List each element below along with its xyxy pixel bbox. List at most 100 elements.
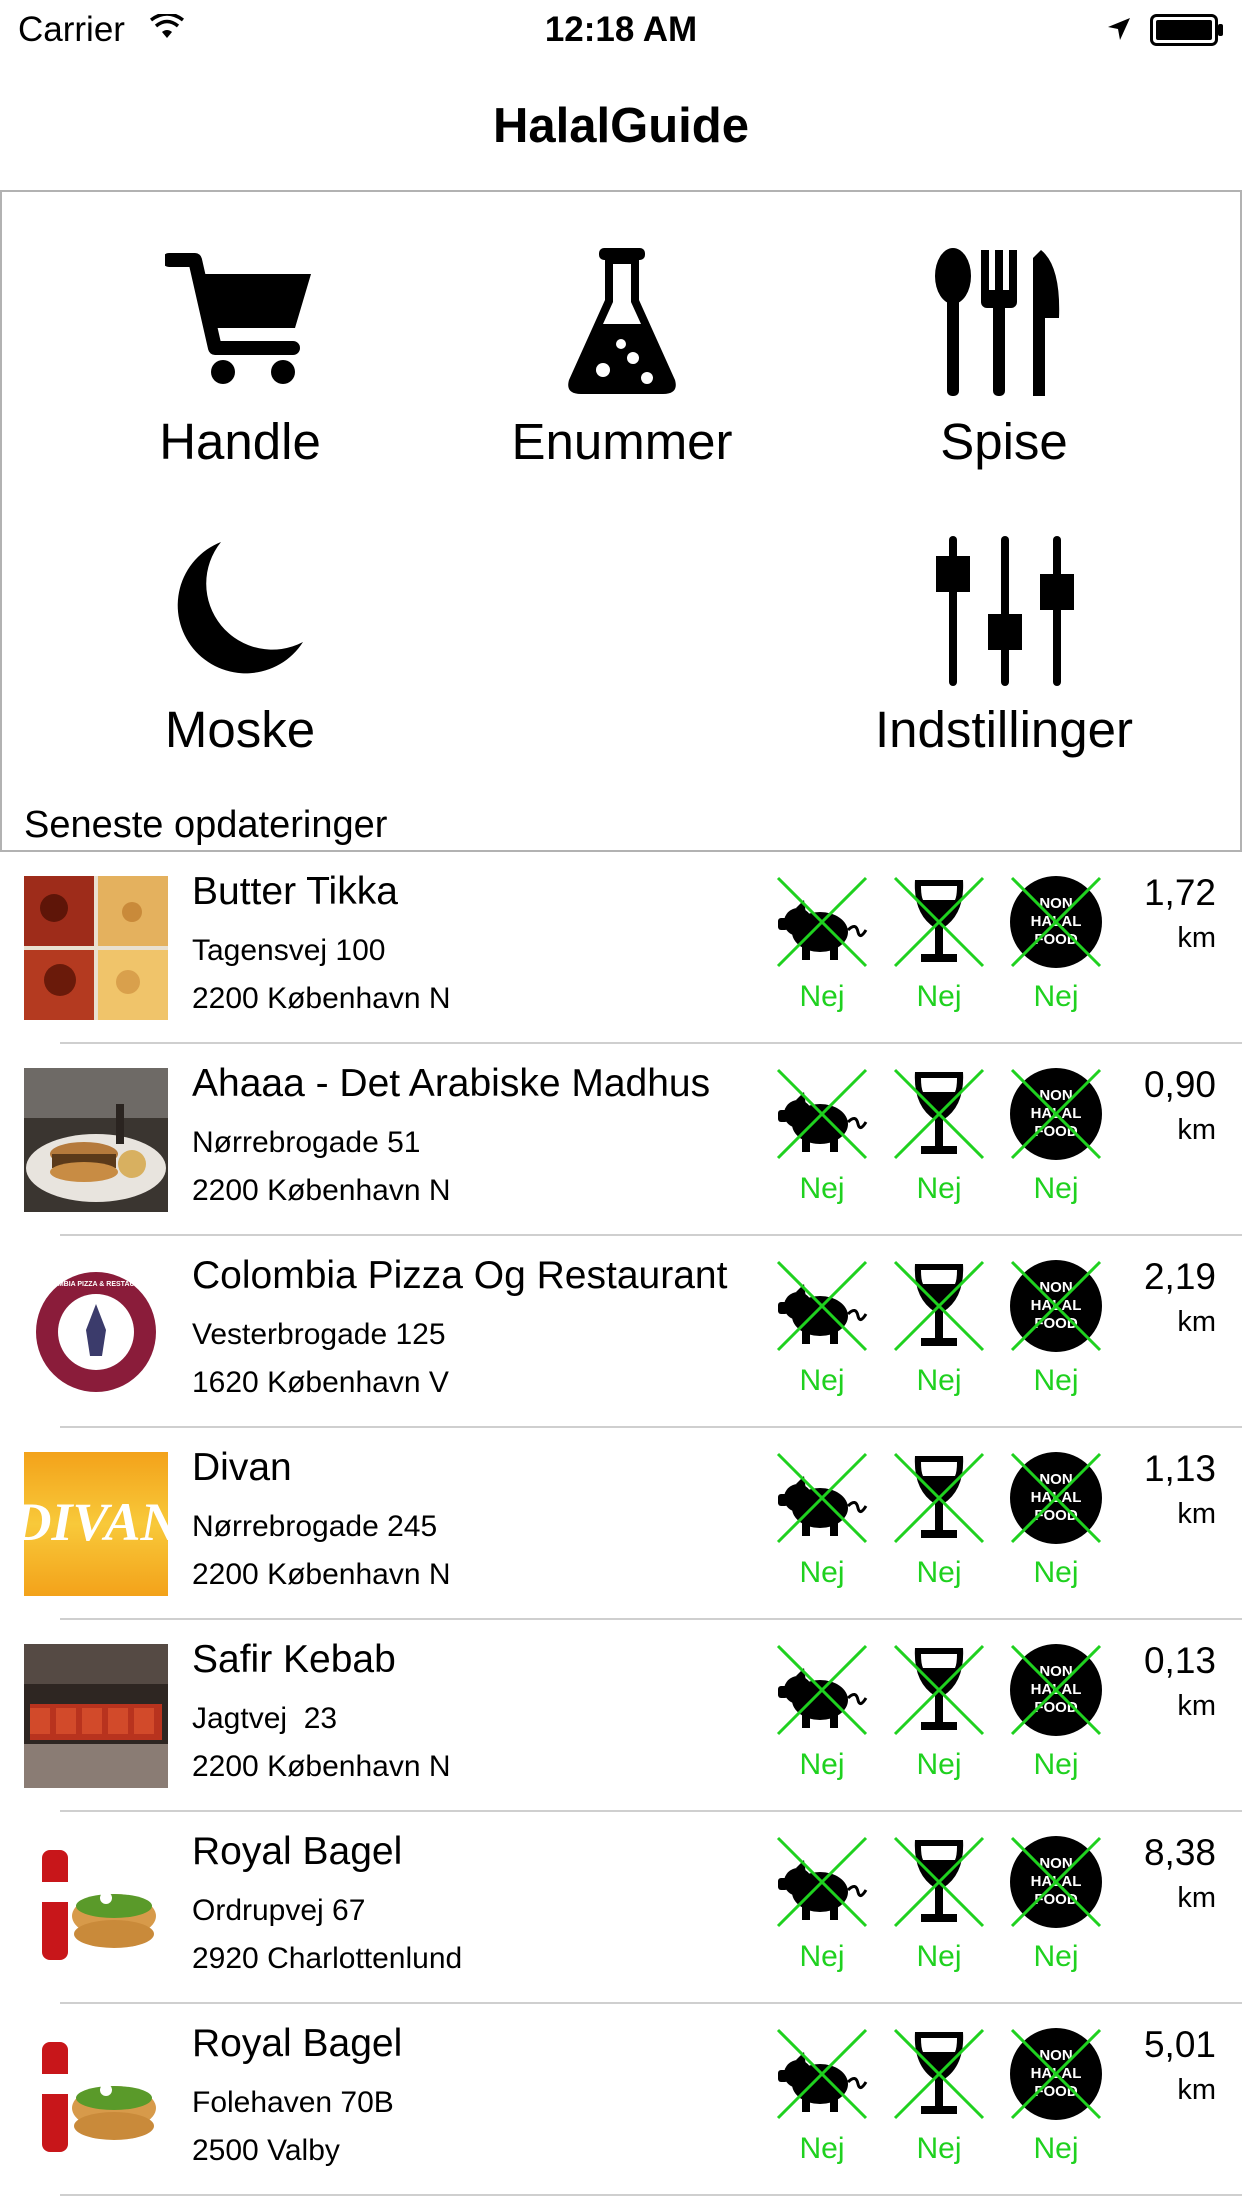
menu-label-moske: Moske	[164, 701, 316, 758]
no-alcohol-icon	[893, 1452, 985, 1544]
no-pork-icon	[776, 1452, 868, 1544]
no-pork-icon	[776, 1644, 868, 1736]
distance-value: 8,38	[1143, 1832, 1216, 1873]
place-city: 2920 Charlottenlund	[192, 1942, 463, 1975]
place-address: Folehaven 70B	[192, 2086, 394, 2119]
list-item[interactable]: DIVAN Divan Nørrebrogade 245 2200 Københ…	[0, 1428, 1242, 1620]
menu-item-enummer[interactable]: Enummer	[432, 248, 812, 471]
place-name: Safir Kebab	[192, 1638, 396, 1681]
menu-label-indstillinger: Indstillinger	[875, 701, 1133, 758]
list-item[interactable]: Royal Bagel Ordrupvej 67 2920 Charlotten…	[0, 1812, 1242, 2004]
no-alcohol-icon	[893, 1836, 985, 1928]
no-alcohol-label: Nej	[916, 2132, 962, 2165]
distance-value: 1,13	[1143, 1448, 1216, 1489]
distance-unit: km	[1177, 1306, 1216, 1338]
page-title: HalalGuide	[493, 99, 749, 153]
no-alcohol-icon	[893, 1260, 985, 1352]
no-alcohol-label: Nej	[916, 1556, 962, 1589]
list-item[interactable]: Royal Bagel Folehaven 70B 2500 Valby Nej…	[0, 2004, 1242, 2196]
halal-label: Nej	[1033, 1556, 1079, 1589]
menu-item-spise[interactable]: Spise	[814, 248, 1194, 471]
menu-item-moske[interactable]: Moske	[50, 536, 430, 759]
menu-item-indstillinger[interactable]: Indstillinger	[814, 536, 1194, 759]
menu-item-handle[interactable]: Handle	[50, 248, 430, 471]
place-city: 2500 Valby	[192, 2134, 340, 2167]
halal-label: Nej	[1033, 1172, 1079, 1205]
svg-text:FOOD: FOOD	[1034, 1507, 1077, 1524]
place-city: 2200 København N	[192, 1174, 451, 1207]
distance-value: 2,19	[1143, 1256, 1216, 1297]
place-name: Royal Bagel	[192, 2022, 403, 2065]
place-city: 2200 København N	[192, 1750, 451, 1783]
distance-value: 5,01	[1143, 2024, 1216, 2065]
shopping-cart-icon	[165, 253, 311, 384]
thumbnail-image: DIVAN	[24, 1452, 168, 1596]
distance-unit: km	[1177, 1498, 1216, 1530]
svg-text:FOOD: FOOD	[1034, 1891, 1077, 1908]
no-pork-label: Nej	[799, 1556, 845, 1589]
place-address: Ordrupvej 67	[192, 1894, 366, 1927]
non-halal-food-icon: NON HALAL FOOD	[1010, 2028, 1102, 2120]
non-halal-food-icon: NON HALAL FOOD	[1010, 1836, 1102, 1928]
no-alcohol-icon	[893, 1068, 985, 1160]
no-alcohol-icon	[893, 876, 985, 968]
svg-text:FOOD: FOOD	[1034, 931, 1077, 948]
menu-label-enummer: Enummer	[511, 413, 733, 470]
place-city: 2200 København N	[192, 1558, 451, 1591]
place-address: Jagtvej 23	[192, 1702, 338, 1735]
halal-label: Nej	[1033, 980, 1079, 1013]
place-name: Colombia Pizza Og Restaurant	[192, 1254, 728, 1297]
halal-label: Nej	[1033, 1364, 1079, 1397]
thumbnail-image	[24, 876, 168, 1020]
thumbnail-image	[24, 2028, 168, 2172]
place-name: Divan	[192, 1446, 292, 1489]
place-name: Butter Tikka	[192, 870, 398, 913]
distance-value: 0,13	[1143, 1640, 1216, 1681]
no-alcohol-label: Nej	[916, 980, 962, 1013]
no-alcohol-label: Nej	[916, 1172, 962, 1205]
no-pork-label: Nej	[799, 1748, 845, 1781]
distance-unit: km	[1177, 1690, 1216, 1722]
flask-icon	[568, 248, 676, 394]
place-city: 2200 København N	[192, 982, 451, 1015]
svg-text:FOOD: FOOD	[1034, 1699, 1077, 1716]
no-pork-label: Nej	[799, 980, 845, 1013]
place-city: 1620 København V	[192, 1366, 449, 1399]
menu-label-spise: Spise	[940, 413, 1068, 470]
no-pork-label: Nej	[799, 1364, 845, 1397]
location-arrow-icon	[1108, 18, 1130, 40]
no-alcohol-icon	[893, 2028, 985, 2120]
no-pork-icon	[776, 1260, 868, 1352]
place-name: Royal Bagel	[192, 1830, 403, 1873]
no-alcohol-icon	[893, 1644, 985, 1736]
distance-value: 0,90	[1143, 1064, 1216, 1105]
non-halal-food-icon: NON HALAL FOOD	[1010, 1260, 1102, 1352]
row-divider	[60, 2194, 1242, 2196]
distance-unit: km	[1177, 2074, 1216, 2106]
main-menu: Handle Enummer Spise Moske Indstillinger…	[0, 192, 1242, 852]
list-item[interactable]: Ahaaa - Det Arabiske Madhus Nørrebrogade…	[0, 1044, 1242, 1236]
battery-icon	[1150, 14, 1223, 46]
place-address: Tagensvej 100	[192, 934, 386, 967]
distance-unit: km	[1177, 1882, 1216, 1914]
thumbnail-image	[24, 1068, 168, 1212]
no-pork-label: Nej	[799, 2132, 845, 2165]
non-halal-food-icon: NON HALAL FOOD	[1010, 1068, 1102, 1160]
list-item[interactable]: Butter Tikka Tagensvej 100 2200 Københav…	[0, 852, 1242, 1044]
svg-text:DIVAN: DIVAN	[24, 1492, 168, 1552]
halal-label: Nej	[1033, 1748, 1079, 1781]
sliders-icon	[936, 536, 1074, 686]
list-item[interactable]: Safir Kebab Jagtvej 23 2200 København N …	[0, 1620, 1242, 1812]
distance-unit: km	[1177, 922, 1216, 954]
halal-label: Nej	[1033, 1940, 1079, 1973]
svg-text:FOOD: FOOD	[1034, 2083, 1077, 2100]
no-alcohol-label: Nej	[916, 1748, 962, 1781]
list-item[interactable]: COLUMBIA PIZZA & RESTAURANT Colombia Piz…	[0, 1236, 1242, 1428]
no-pork-icon	[776, 1068, 868, 1160]
clock: 12:18 AM	[544, 10, 698, 49]
thumbnail-image	[24, 1644, 168, 1788]
no-pork-icon	[776, 876, 868, 968]
thumbnail-image	[24, 1836, 168, 1980]
crescent-moon-icon	[177, 542, 303, 674]
svg-text:FOOD: FOOD	[1034, 1315, 1077, 1332]
